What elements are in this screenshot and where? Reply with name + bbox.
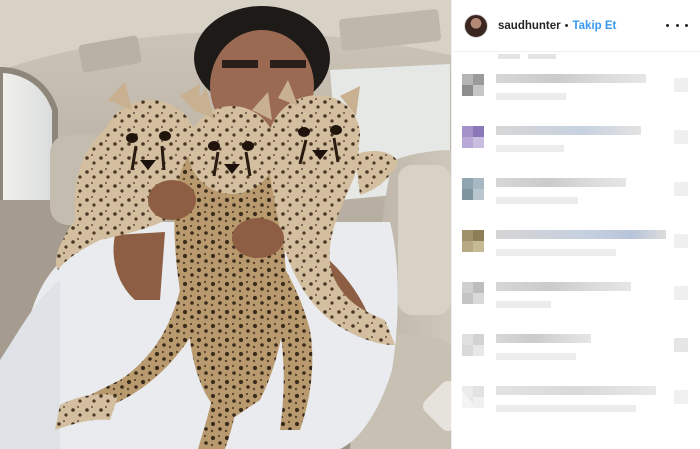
commenter-avatar[interactable]: [462, 230, 484, 252]
commenter-avatar[interactable]: [462, 282, 484, 304]
comment-blurred: [462, 116, 700, 168]
photo-illustration: [0, 0, 451, 449]
comment-blurred: [462, 64, 700, 116]
commenter-avatar[interactable]: [462, 334, 484, 356]
avatar[interactable]: [464, 13, 488, 38]
heart-icon[interactable]: [674, 338, 688, 352]
heart-icon[interactable]: [674, 390, 688, 404]
comment-blurred: [462, 272, 700, 324]
more-options-icon[interactable]: [666, 18, 688, 34]
heart-icon[interactable]: [674, 130, 688, 144]
follow-button[interactable]: Takip Et: [572, 20, 616, 32]
separator-dot: •: [564, 19, 569, 32]
comments-list: [452, 52, 700, 428]
comment-blurred: [462, 220, 700, 272]
username-link[interactable]: saudhunter: [498, 20, 561, 32]
commenter-avatar[interactable]: [462, 74, 484, 96]
post-photo[interactable]: [0, 0, 451, 449]
commenter-avatar[interactable]: [462, 126, 484, 148]
comment-blurred: [462, 168, 700, 220]
post-side-panel: saudhunter • Takip Et: [451, 0, 700, 449]
heart-icon[interactable]: [674, 286, 688, 300]
heart-icon[interactable]: [674, 78, 688, 92]
heart-icon[interactable]: [674, 234, 688, 248]
commenter-avatar[interactable]: [462, 178, 484, 200]
comment-blurred: [462, 376, 700, 428]
comment-blurred: [462, 324, 700, 376]
post-meta-blurred: [462, 52, 700, 64]
post-header: saudhunter • Takip Et: [452, 0, 700, 52]
heart-icon[interactable]: [674, 182, 688, 196]
